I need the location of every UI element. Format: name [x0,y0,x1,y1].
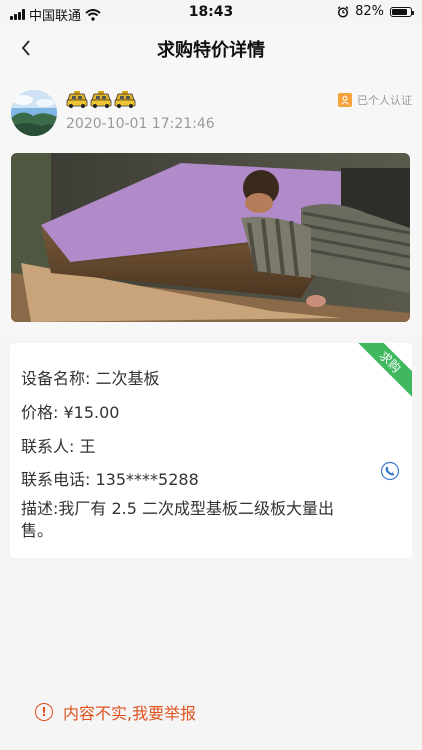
price-label: 价格: [21,403,59,422]
battery-fill [392,8,407,15]
price-value: ¥15.00 [63,403,120,422]
avatar[interactable] [11,90,57,136]
contact-label: 联系人: [21,437,75,456]
report-button[interactable]: ! 内容不实,我要举报 [35,700,196,724]
price-row: 价格: ¥15.00 [21,399,119,423]
user-section: 2020-10-01 17:21:46 已个人认证 [0,70,422,335]
taxi-icon [114,91,136,108]
report-label: 内容不实,我要举报 [63,704,197,723]
verified-label: 已个人认证 [357,94,412,107]
status-right: 82% [337,4,414,19]
alarm-icon [337,5,349,18]
phone-label: 联系电话: [21,470,91,489]
battery-percent: 82% [355,4,384,19]
verified-badge: 已个人认证 [338,92,412,108]
description-value: 我厂有 2.5 二次成型基板二级板大量出售。 [21,499,335,540]
listing-tag-ribbon: 求购 [351,343,412,401]
contact-row: 联系人: 王 [21,433,96,457]
phone-icon [380,461,400,481]
post-time: 2020-10-01 17:21:46 [66,116,215,132]
phone-value[interactable]: 135****5288 [96,470,199,489]
user-verified-icon [338,93,352,107]
device-name-value: 二次基板 [95,369,160,388]
description-label: 描述: [21,499,59,518]
page-title: 求购特价详情 [157,40,265,61]
device-name-row: 设备名称: 二次基板 [21,365,160,389]
phone-row: 联系电话: 135****5288 [21,466,199,490]
description-row: 描述:我厂有 2.5 二次成型基板二级板大量出售。 [21,498,341,542]
badge-icons [66,91,136,109]
device-name-label: 设备名称: [21,369,91,388]
taxi-icon [90,91,112,108]
listing-photo[interactable] [11,153,410,322]
listing-info-card: 求购 设备名称: 二次基板 价格: ¥15.00 联系人: 王 联系电话: 13… [10,343,412,558]
status-bar: 中国联通 18:43 82% [0,0,422,24]
nav-bar: 求购特价详情 [0,24,422,70]
alert-icon: ! [35,703,53,721]
contact-value: 王 [79,437,96,456]
battery-icon [390,6,414,17]
taxi-icon [66,91,88,108]
call-button[interactable] [380,461,400,481]
